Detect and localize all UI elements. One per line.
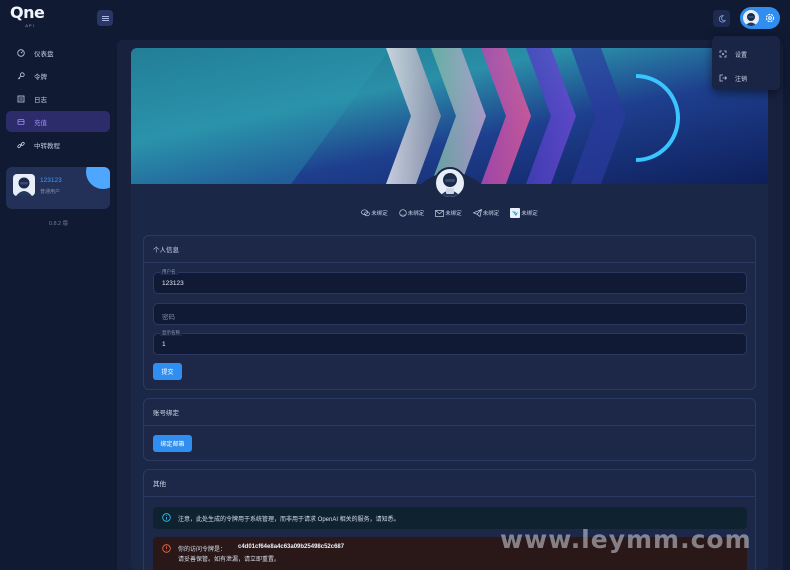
logo[interactable]: Qne API (10, 5, 50, 31)
binding-label: 未绑定 (407, 211, 425, 217)
sidebar-item-logs[interactable]: 日志 (6, 88, 110, 109)
link-icon (17, 141, 25, 148)
menu-item-label: 注销 (735, 76, 748, 83)
sidebar-item-dashboard[interactable]: 仪表盘 (6, 42, 110, 63)
binding-label: 未绑定 (371, 211, 388, 217)
card-title: 个人信息 (144, 236, 755, 263)
user-card[interactable]: 123123 普通用户 (6, 167, 110, 209)
bind-email-button[interactable]: 绑定邮箱 (153, 435, 192, 452)
telegram-icon (472, 209, 482, 217)
app-root: Qne API 设置 注销 仪表盘 令牌 日志 充值 中转教程 123123 普… (0, 0, 790, 570)
wechat-icon (361, 209, 371, 217)
menu-icon (101, 17, 109, 19)
version-label: 0.8.2 版 (48, 221, 69, 227)
menu-item-logout[interactable]: 注销 (712, 66, 780, 90)
gear-icon (765, 13, 775, 23)
sidebar-item-label: 仪表盘 (34, 50, 54, 58)
dashboard-icon (17, 48, 25, 57)
info-icon (162, 513, 171, 522)
wallet-icon (17, 118, 25, 125)
moon-icon (718, 14, 726, 22)
user-role: 普通用户 (40, 189, 61, 195)
top-bar: Qne API (0, 0, 790, 36)
sidebar: 仪表盘 令牌 日志 充值 中转教程 123123 普通用户 0.8.2 版 (0, 36, 117, 570)
binding-label: 未绑定 (521, 211, 538, 217)
field-placeholder: 密码 (162, 314, 175, 321)
profile-panel: 未绑定 未绑定 未绑定 未绑定 未绑定 个人信息 用户名 123123 密码 显… (131, 48, 768, 570)
avatar (13, 174, 35, 196)
personal-info-card: 个人信息 用户名 123123 密码 显示名称 1 提交 (143, 235, 756, 390)
sidebar-item-tokens[interactable]: 令牌 (6, 65, 110, 86)
token-value[interactable]: c4d01cf64e8a4c63a09b25498c52c687 (238, 544, 344, 550)
sidebar-item-label: 令牌 (34, 73, 47, 81)
sidebar-toggle-button[interactable] (97, 10, 113, 26)
field-label: 用户名 (160, 269, 178, 275)
menu-item-settings[interactable]: 设置 (712, 42, 780, 66)
user-name: 123123 (40, 177, 62, 184)
user-menu-button[interactable] (740, 7, 780, 29)
token-label: 你的访问令牌是： (178, 547, 227, 553)
telegram-binding[interactable]: 未绑定 (472, 207, 500, 219)
github-binding[interactable]: 未绑定 (399, 207, 425, 219)
email-binding[interactable]: 未绑定 (435, 207, 462, 219)
main-content: 未绑定 未绑定 未绑定 未绑定 未绑定 个人信息 用户名 123123 密码 显… (117, 40, 783, 570)
logo-text: Qne (10, 3, 45, 22)
sidebar-item-label: 充值 (34, 119, 47, 127)
avatar (743, 10, 759, 26)
username-field[interactable]: 用户名 123123 (153, 269, 747, 294)
field-value: 1 (162, 341, 166, 348)
lark-binding[interactable]: 未绑定 (510, 207, 538, 219)
token-hint: 请妥善保管。如有泄漏，请立即重置。 (178, 557, 281, 563)
wechat-binding[interactable]: 未绑定 (361, 207, 388, 219)
decorative-blob (86, 167, 110, 189)
key-icon (17, 71, 25, 79)
profile-banner (131, 48, 768, 184)
card-title: 账号绑定 (144, 399, 755, 426)
profile-avatar[interactable] (434, 167, 466, 199)
binding-label: 未绑定 (482, 211, 500, 217)
password-field[interactable]: 密码 (153, 303, 747, 325)
sidebar-item-label: 日志 (34, 96, 47, 104)
log-icon (17, 95, 25, 102)
sidebar-item-label: 中转教程 (34, 142, 60, 150)
theme-toggle-button[interactable] (713, 10, 730, 27)
banner-graphic (131, 48, 768, 184)
lark-icon (510, 208, 521, 218)
field-value: 123123 (162, 280, 184, 287)
info-alert-text: 注意，此处生成的令牌用于系统管理，而非用于请求 OpenAI 相关的服务，请知悉… (178, 517, 400, 523)
field-label: 显示名称 (160, 330, 182, 336)
binding-label: 未绑定 (445, 211, 462, 217)
menu-item-label: 设置 (735, 52, 748, 59)
sidebar-item-topup[interactable]: 充值 (6, 111, 110, 132)
watermark-text: www.leymm.com (500, 525, 752, 554)
email-icon (435, 209, 445, 217)
logout-icon (719, 74, 727, 82)
user-dropdown-menu: 设置 注销 (712, 36, 780, 90)
warning-icon (162, 544, 171, 553)
card-title: 其他 (144, 470, 755, 497)
other-card: 其他 注意，此处生成的令牌用于系统管理，而非用于请求 OpenAI 相关的服务，… (143, 469, 756, 570)
settings-icon (719, 50, 727, 58)
sidebar-item-tutorial[interactable]: 中转教程 (6, 134, 110, 155)
logo-subtitle: API (25, 23, 35, 28)
submit-button[interactable]: 提交 (153, 363, 182, 380)
account-binding-card: 账号绑定 绑定邮箱 (143, 398, 756, 461)
binding-status-row: 未绑定 未绑定 未绑定 未绑定 未绑定 (131, 207, 768, 219)
display-name-field[interactable]: 显示名称 1 (153, 330, 747, 355)
github-icon (399, 209, 407, 217)
